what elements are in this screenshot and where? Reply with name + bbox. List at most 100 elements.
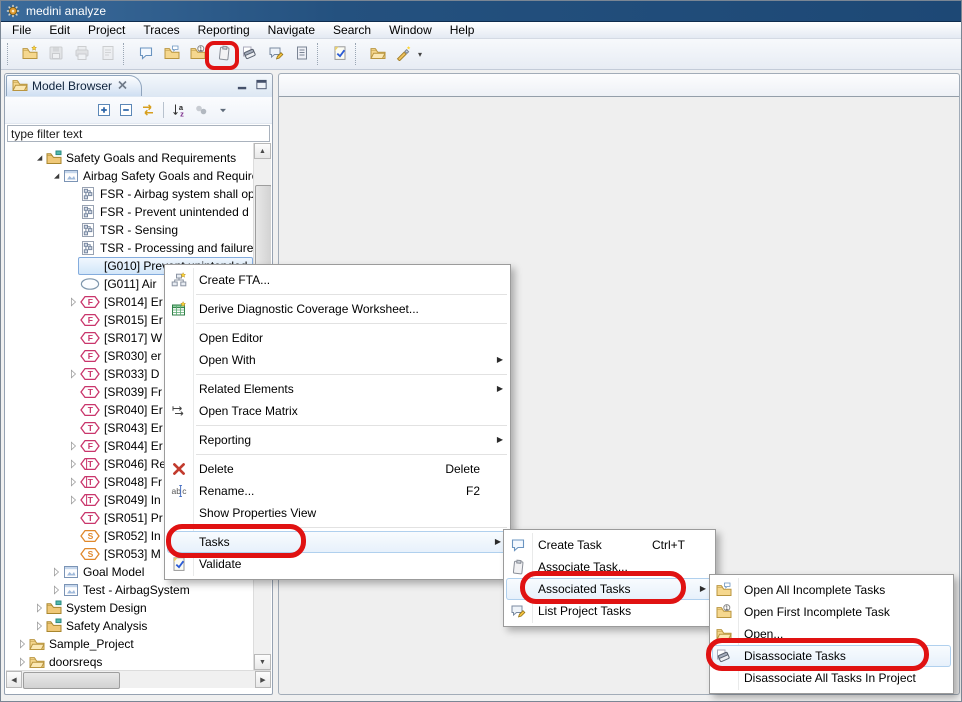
open-menu-item[interactable]: Open... [710, 623, 953, 645]
view-menu-button[interactable] [212, 99, 234, 121]
derive-diagnostic-coverage-worksheet-menu-item[interactable]: Derive Diagnostic Coverage Worksheet... [165, 298, 510, 320]
collapse-arrow-icon[interactable] [33, 618, 46, 634]
link-with-editor-toolbar-button[interactable] [392, 42, 416, 66]
sort-button[interactable]: az [168, 99, 190, 121]
save-toolbar-button [44, 42, 68, 66]
task-list-toolbar-button[interactable] [290, 42, 314, 66]
list-project-tasks-toolbar-button[interactable] [264, 42, 288, 66]
list-project-tasks-menu-item[interactable]: List Project Tasks [504, 600, 715, 622]
menu-item-label: Delete [199, 462, 234, 476]
requirement-icon [80, 222, 96, 238]
open-first-incomplete-task-toolbar-button[interactable]: 1 [186, 42, 210, 66]
open-first-incomplete-task-menu-item[interactable]: 1Open First Incomplete Task [710, 601, 953, 623]
delete-menu-item[interactable]: DeleteDelete [165, 458, 510, 480]
titlebar: medini analyze [1, 1, 961, 22]
show-properties-view-menu-item[interactable]: Show Properties View [165, 502, 510, 524]
open-trace-matrix-menu-item[interactable]: Open Trace Matrix [165, 400, 510, 422]
tree-row-system-design[interactable]: System Design [6, 599, 253, 617]
scrollbar-thumb[interactable] [23, 672, 120, 689]
scroll-up-icon[interactable]: ▲ [254, 143, 271, 159]
tree-row-airbag-safety-goals-and-require[interactable]: Airbag Safety Goals and Require [6, 167, 253, 185]
tree-row-safety-goals-and-requirements[interactable]: Safety Goals and Requirements [6, 149, 253, 167]
open-all-incomplete-tasks-toolbar-button[interactable] [160, 42, 184, 66]
open-resource-toolbar-button[interactable] [366, 42, 390, 66]
menubar-item-search[interactable]: Search [324, 22, 380, 38]
menubar-item-window[interactable]: Window [380, 22, 441, 38]
main-toolbar: 1▾ [1, 39, 961, 70]
collapse-arrow-icon[interactable] [67, 438, 80, 454]
menubar-item-traces[interactable]: Traces [134, 22, 188, 38]
collapse-arrow-icon[interactable] [33, 600, 46, 616]
tasks-menu-item[interactable]: Tasks▶ [167, 531, 508, 553]
expand-arrow-icon[interactable] [33, 150, 46, 166]
collapse-arrow-icon[interactable] [16, 654, 29, 670]
submenu-arrow-icon: ▶ [495, 538, 501, 546]
menubar-item-project[interactable]: Project [79, 22, 134, 38]
menubar-item-navigate[interactable]: Navigate [259, 22, 324, 38]
tree-row-doorsreqs[interactable]: doorsreqs [6, 653, 253, 670]
scroll-left-icon[interactable]: ◀ [6, 671, 22, 688]
tree-row-label: [SR052] In [104, 529, 161, 543]
tree-row-sample-project[interactable]: Sample_Project [6, 635, 253, 653]
tab-model-browser[interactable]: Model Browser [6, 75, 142, 96]
menubar-item-file[interactable]: File [3, 22, 40, 38]
create-task-toolbar-button[interactable] [134, 42, 158, 66]
expand-all-button[interactable] [93, 99, 115, 121]
chevron-down-icon[interactable]: ▾ [418, 50, 422, 59]
tree-row-label: [SR030] er [104, 349, 161, 363]
view-toolbar: az [5, 97, 272, 124]
expand-arrow-icon[interactable] [50, 168, 63, 184]
disassociate-tasks-toolbar-button[interactable] [238, 42, 262, 66]
tree-row-safety-analysis[interactable]: Safety Analysis [6, 617, 253, 635]
open-with-menu-item[interactable]: Open With▶ [165, 349, 510, 371]
validate-toolbar-button[interactable] [328, 42, 352, 66]
related-elements-menu-item[interactable]: Related Elements▶ [165, 378, 510, 400]
associate-task-icon [510, 559, 526, 575]
tree-row-label: FSR - Airbag system shall op [100, 187, 255, 201]
menubar-item-help[interactable]: Help [441, 22, 484, 38]
collapse-arrow-icon[interactable] [67, 456, 80, 472]
collapse-arrow-icon[interactable] [16, 636, 29, 652]
tree-row-label: [SR051] Pr [104, 511, 163, 525]
tree-row-tsr-sensing[interactable]: TSR - Sensing [6, 221, 253, 239]
collapse-all-button[interactable] [115, 99, 137, 121]
disassociate-all-tasks-in-project-menu-item[interactable]: Disassociate All Tasks In Project [710, 667, 953, 689]
collapse-arrow-icon[interactable] [67, 294, 80, 310]
disassociate-tasks-menu-item[interactable]: Disassociate Tasks [712, 645, 951, 667]
associated-tasks-menu-item[interactable]: Associated Tasks▶ [506, 578, 713, 600]
scroll-down-icon[interactable]: ▼ [254, 654, 271, 670]
reporting-menu-item[interactable]: Reporting▶ [165, 429, 510, 451]
tree-row-label: TSR - Sensing [100, 223, 178, 237]
collapse-arrow-icon[interactable] [67, 492, 80, 508]
link-with-editor-view-button[interactable] [137, 99, 159, 121]
create-task-menu-item[interactable]: Create TaskCtrl+T [504, 534, 715, 556]
menubar-item-edit[interactable]: Edit [40, 22, 79, 38]
new-wizard-toolbar-button[interactable] [18, 42, 42, 66]
maximize-icon[interactable] [255, 78, 268, 91]
collapse-arrow-icon[interactable] [50, 582, 63, 598]
scroll-right-icon[interactable]: ▶ [255, 671, 271, 688]
open-all-incomplete-tasks-menu-item[interactable]: Open All Incomplete Tasks [710, 579, 953, 601]
create-fta-menu-item[interactable]: Create FTA... [165, 269, 510, 291]
tree-row-fsr-prevent-unintended-d[interactable]: FSR - Prevent unintended d [6, 203, 253, 221]
collapse-arrow-icon[interactable] [50, 564, 63, 580]
task-list-icon [294, 45, 310, 64]
associate-task-menu-item[interactable]: Associate Task... [504, 556, 715, 578]
collapse-arrow-icon[interactable] [67, 366, 80, 382]
scrollbar-thumb[interactable] [255, 185, 271, 267]
collapse-arrow-icon[interactable] [67, 474, 80, 490]
open-editor-menu-item[interactable]: Open Editor [165, 327, 510, 349]
close-icon[interactable] [116, 77, 129, 96]
validate-menu-item[interactable]: Validate [165, 553, 510, 575]
arrow-slot [67, 384, 80, 400]
minimize-icon[interactable] [236, 78, 249, 91]
horizontal-scrollbar[interactable]: ◀ ▶ [6, 670, 271, 688]
associate-task-toolbar-button[interactable] [212, 42, 236, 66]
filter-input[interactable] [7, 125, 270, 142]
rename-menu-item[interactable]: abcRename...F2 [165, 480, 510, 502]
menubar-item-reporting[interactable]: Reporting [189, 22, 259, 38]
tree-row-tsr-processing-and-failure[interactable]: TSR - Processing and failure [6, 239, 253, 257]
tree-row-test-airbagsystem[interactable]: Test - AirbagSystem [6, 581, 253, 599]
arrow-slot [67, 222, 80, 238]
tree-row-fsr-airbag-system-shall-op[interactable]: FSR - Airbag system shall op [6, 185, 253, 203]
